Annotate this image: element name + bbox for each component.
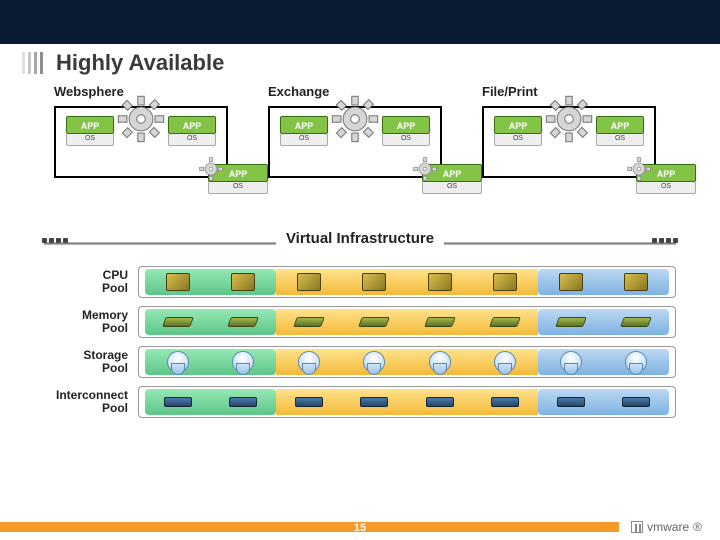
virtual-infra-banner: Virtual Infrastructure bbox=[44, 230, 676, 256]
gear-icon bbox=[114, 92, 168, 151]
nic-icon bbox=[360, 397, 388, 407]
memory-icon bbox=[358, 317, 390, 327]
app-stack: APP OS bbox=[168, 116, 216, 146]
failover-app: APP OS bbox=[636, 164, 696, 194]
memory-icon bbox=[293, 317, 325, 327]
storage-icon bbox=[560, 351, 582, 373]
gear-icon bbox=[328, 92, 382, 151]
cpu-icon bbox=[231, 273, 255, 291]
banner-dots-icon bbox=[652, 238, 678, 243]
brand-text: vmware bbox=[647, 520, 689, 534]
os-label: OS bbox=[596, 134, 644, 146]
resource-pools: CPUPool MemoryPool StoragePool Interconn… bbox=[44, 264, 676, 420]
os-label: OS bbox=[168, 134, 216, 146]
storage-icon bbox=[494, 351, 516, 373]
app-label: APP bbox=[168, 116, 216, 134]
nic-icon bbox=[295, 397, 323, 407]
os-label: OS bbox=[382, 134, 430, 146]
storage-icon bbox=[429, 351, 451, 373]
service-label-fileprint: File/Print bbox=[482, 84, 538, 99]
cpu-icon bbox=[493, 273, 517, 291]
pool-bar bbox=[138, 306, 676, 338]
nic-icon bbox=[622, 397, 650, 407]
app-stack: APP OS bbox=[596, 116, 644, 146]
storage-icon bbox=[232, 351, 254, 373]
gear-icon bbox=[542, 92, 596, 151]
failover-app: APP OS bbox=[208, 164, 268, 194]
pool-storage-row: StoragePool bbox=[44, 344, 676, 380]
cpu-icon bbox=[297, 273, 321, 291]
app-stack: APP OS bbox=[494, 116, 542, 146]
app-label: APP bbox=[280, 116, 328, 134]
top-bar bbox=[0, 0, 720, 44]
cpu-icon bbox=[362, 273, 386, 291]
pool-bar bbox=[138, 266, 676, 298]
cpu-icon bbox=[428, 273, 452, 291]
os-label: OS bbox=[66, 134, 114, 146]
brand-logo: vmware® bbox=[619, 520, 720, 534]
pool-bar bbox=[138, 386, 676, 418]
title-decor bbox=[22, 52, 46, 74]
app-label: APP bbox=[494, 116, 542, 134]
cpu-icon bbox=[166, 273, 190, 291]
memory-icon bbox=[620, 317, 652, 327]
gear-icon bbox=[410, 154, 440, 184]
os-label: OS bbox=[280, 134, 328, 146]
storage-icon bbox=[363, 351, 385, 373]
pool-label: CPUPool bbox=[44, 269, 138, 295]
gear-icon bbox=[114, 92, 168, 146]
gear-icon bbox=[196, 154, 226, 184]
vmware-icon bbox=[631, 521, 643, 533]
banner-dots-icon bbox=[42, 238, 68, 243]
nic-icon bbox=[426, 397, 454, 407]
page-number: 15 bbox=[354, 522, 366, 534]
footer-stripe bbox=[0, 522, 619, 532]
pool-label: StoragePool bbox=[44, 349, 138, 375]
page-title: Highly Available bbox=[56, 50, 224, 76]
app-label: APP bbox=[66, 116, 114, 134]
pool-memory-row: MemoryPool bbox=[44, 304, 676, 340]
app-stack: APP OS bbox=[382, 116, 430, 146]
pool-bar bbox=[138, 346, 676, 378]
service-label-exchange: Exchange bbox=[268, 84, 329, 99]
app-stack: APP OS bbox=[280, 116, 328, 146]
pool-interconnect-row: InterconnectPool bbox=[44, 384, 676, 420]
app-stack: APP OS bbox=[66, 116, 114, 146]
app-label: APP bbox=[382, 116, 430, 134]
memory-icon bbox=[424, 317, 456, 327]
storage-icon bbox=[625, 351, 647, 373]
nic-icon bbox=[557, 397, 585, 407]
pool-label: MemoryPool bbox=[44, 309, 138, 335]
failover-app: APP OS bbox=[422, 164, 482, 194]
memory-icon bbox=[162, 317, 194, 327]
pool-cpu-row: CPUPool bbox=[44, 264, 676, 300]
virtual-infra-label: Virtual Infrastructure bbox=[276, 230, 444, 247]
gear-icon bbox=[624, 154, 654, 184]
app-label: APP bbox=[596, 116, 644, 134]
nic-icon bbox=[164, 397, 192, 407]
os-label: OS bbox=[494, 134, 542, 146]
storage-icon bbox=[298, 351, 320, 373]
title-row: Highly Available bbox=[0, 44, 720, 78]
nic-icon bbox=[229, 397, 257, 407]
memory-icon bbox=[227, 317, 259, 327]
cpu-icon bbox=[559, 273, 583, 291]
cpu-icon bbox=[624, 273, 648, 291]
storage-icon bbox=[167, 351, 189, 373]
pool-label: InterconnectPool bbox=[44, 389, 138, 415]
services-area: Websphere Exchange File/Print APP OS APP… bbox=[44, 84, 676, 224]
memory-icon bbox=[489, 317, 521, 327]
memory-icon bbox=[555, 317, 587, 327]
nic-icon bbox=[491, 397, 519, 407]
